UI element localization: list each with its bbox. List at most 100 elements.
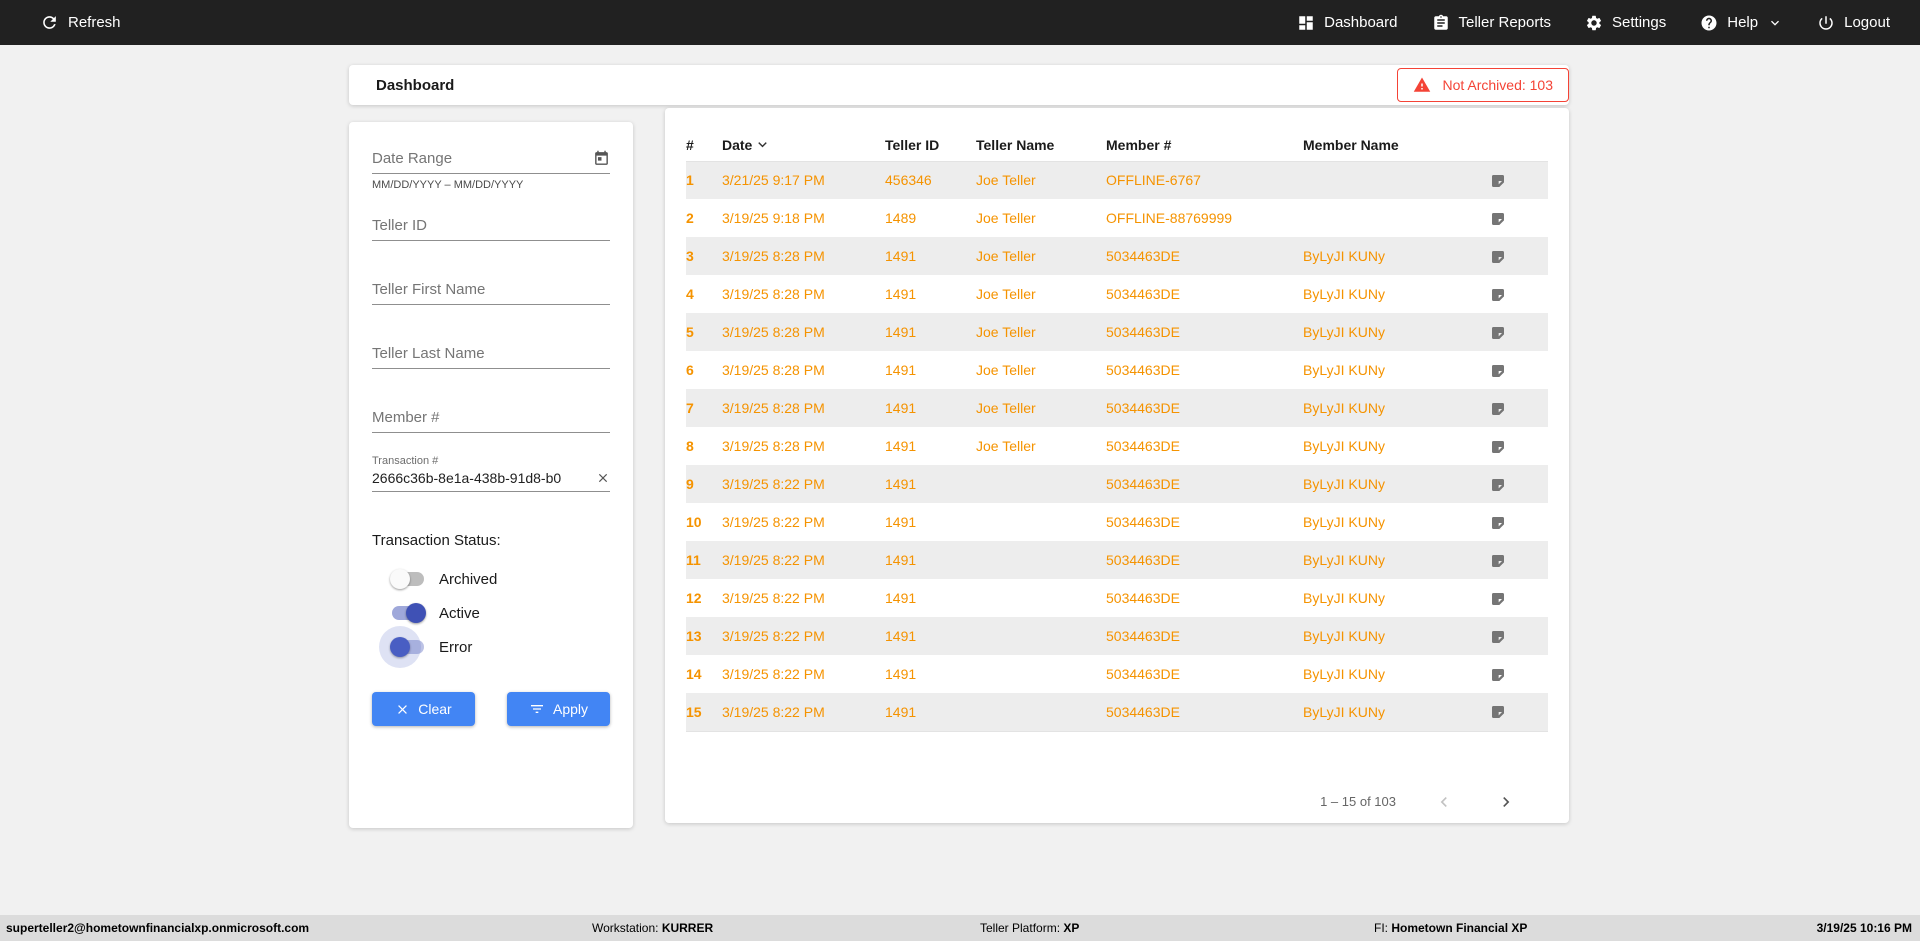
cell-member-name: ByLyJI KUNy bbox=[1303, 514, 1385, 530]
table-row[interactable]: 5 3/19/25 8:28 PM 1491 Joe Teller 503446… bbox=[686, 313, 1548, 351]
note-icon[interactable] bbox=[1488, 553, 1506, 569]
table-row[interactable]: 15 3/19/25 8:22 PM 1491 5034463DE ByLyJI… bbox=[686, 693, 1548, 732]
date-range-input[interactable] bbox=[372, 146, 610, 174]
error-toggle[interactable] bbox=[379, 626, 426, 668]
note-icon[interactable] bbox=[1488, 401, 1506, 417]
table-row[interactable]: 3 3/19/25 8:28 PM 1491 Joe Teller 503446… bbox=[686, 237, 1548, 275]
cell-member-name bbox=[1303, 161, 1488, 199]
column-header-teller-name[interactable]: Teller Name bbox=[976, 129, 1106, 162]
table-row[interactable]: 7 3/19/25 8:28 PM 1491 Joe Teller 503446… bbox=[686, 389, 1548, 427]
transaction-clear-icon[interactable] bbox=[596, 471, 610, 485]
calendar-icon[interactable] bbox=[593, 150, 610, 170]
cell-member-name: ByLyJI KUNy bbox=[1303, 389, 1488, 427]
archived-toggle[interactable] bbox=[390, 569, 426, 589]
cell-member-number: 5034463DE bbox=[1106, 313, 1303, 351]
note-icon[interactable] bbox=[1488, 439, 1506, 455]
note-icon[interactable] bbox=[1488, 249, 1506, 265]
date-range-helper: MM/DD/YYYY – MM/DD/YYYY bbox=[372, 179, 524, 191]
page-title: Dashboard bbox=[376, 76, 455, 94]
cell-row-number: 15 bbox=[686, 693, 722, 732]
cell-member-number: 5034463DE bbox=[1106, 541, 1303, 579]
table-row[interactable]: 13 3/19/25 8:22 PM 1491 5034463DE ByLyJI… bbox=[686, 617, 1548, 655]
nav-settings[interactable]: Settings bbox=[1581, 8, 1670, 38]
table-row[interactable]: 11 3/19/25 8:22 PM 1491 5034463DE ByLyJI… bbox=[686, 541, 1548, 579]
nav-dashboard[interactable]: Dashboard bbox=[1293, 8, 1401, 38]
cell-date: 3/19/25 8:22 PM bbox=[722, 514, 825, 530]
cell-member-number: OFFLINE-88769999 bbox=[1106, 210, 1233, 226]
cell-member-number: OFFLINE-6767 bbox=[1106, 161, 1303, 199]
table-row[interactable]: 12 3/19/25 8:22 PM 1491 5034463DE ByLyJI… bbox=[686, 579, 1548, 617]
previous-page-button[interactable] bbox=[1430, 788, 1458, 816]
note-icon[interactable] bbox=[1488, 211, 1506, 227]
clipboard-icon bbox=[1432, 14, 1450, 32]
note-icon[interactable] bbox=[1488, 667, 1506, 683]
note-icon[interactable] bbox=[1488, 591, 1506, 607]
cell-date: 3/19/25 8:28 PM bbox=[722, 313, 885, 351]
next-page-button[interactable] bbox=[1492, 788, 1520, 816]
toggle-thumb bbox=[379, 626, 421, 668]
toggle-thumb bbox=[406, 603, 426, 623]
nav-help[interactable]: Help bbox=[1696, 8, 1787, 38]
note-icon[interactable] bbox=[1488, 515, 1506, 531]
note-icon[interactable] bbox=[1488, 629, 1506, 645]
pagination: 1 – 15 of 103 bbox=[686, 788, 1548, 816]
note-icon[interactable] bbox=[1488, 325, 1506, 341]
cell-member-name: ByLyJI KUNy bbox=[1303, 313, 1488, 351]
member-number-input[interactable] bbox=[372, 405, 610, 433]
main-area: Dashboard Not Archived: 103 MM/DD/YYYY –… bbox=[0, 45, 1920, 915]
note-icon[interactable] bbox=[1488, 704, 1506, 720]
cell-teller-id: 1491 bbox=[885, 362, 917, 378]
cell-member-name: ByLyJI KUNy bbox=[1303, 465, 1488, 503]
cell-date: 3/19/25 9:18 PM bbox=[722, 210, 825, 226]
note-icon[interactable] bbox=[1488, 477, 1506, 493]
clear-button[interactable]: Clear bbox=[372, 692, 475, 726]
table-row[interactable]: 1 3/21/25 9:17 PM 456346 Joe Teller OFFL… bbox=[686, 161, 1548, 199]
teller-id-input[interactable] bbox=[372, 213, 610, 241]
teller-last-name-input[interactable] bbox=[372, 341, 610, 369]
cell-row-number: 9 bbox=[686, 465, 722, 503]
archived-toggle-label: Archived bbox=[439, 570, 498, 588]
member-number-field bbox=[372, 405, 610, 433]
nav-logout[interactable]: Logout bbox=[1813, 8, 1894, 38]
cell-member-number: 5034463DE bbox=[1106, 389, 1303, 427]
column-header-number[interactable]: # bbox=[686, 129, 722, 162]
cell-teller-name: Joe Teller bbox=[976, 161, 1106, 199]
note-icon[interactable] bbox=[1488, 173, 1506, 189]
active-toggle[interactable] bbox=[390, 603, 426, 623]
column-header-teller-id[interactable]: Teller ID bbox=[885, 129, 976, 162]
column-header-member-name[interactable]: Member Name bbox=[1303, 129, 1488, 162]
transaction-number-value[interactable]: 2666c36b-8e1a-438b-91d8-b0 bbox=[372, 470, 561, 486]
gear-icon bbox=[1585, 14, 1603, 32]
table-row[interactable]: 10 3/19/25 8:22 PM 1491 5034463DE ByLyJI… bbox=[686, 503, 1548, 541]
cell-date: 3/19/25 8:22 PM bbox=[722, 617, 885, 655]
workstation-value: KURRER bbox=[661, 921, 714, 935]
cell-teller-id: 1491 bbox=[885, 666, 917, 682]
column-header-member-number[interactable]: Member # bbox=[1106, 129, 1303, 162]
table-row[interactable]: 2 3/19/25 9:18 PM 1489 Joe Teller OFFLIN… bbox=[686, 199, 1548, 237]
cell-teller-name bbox=[976, 503, 1106, 541]
table-row[interactable]: 14 3/19/25 8:22 PM 1491 5034463DE ByLyJI… bbox=[686, 655, 1548, 693]
note-icon[interactable] bbox=[1488, 363, 1506, 379]
refresh-button[interactable]: Refresh bbox=[36, 7, 125, 38]
table-row[interactable]: 6 3/19/25 8:28 PM 1491 Joe Teller 503446… bbox=[686, 351, 1548, 389]
close-icon bbox=[395, 702, 410, 717]
teller-first-name-input[interactable] bbox=[372, 277, 610, 305]
nav-teller-reports[interactable]: Teller Reports bbox=[1428, 8, 1556, 38]
column-header-date[interactable]: Date bbox=[722, 129, 885, 162]
table-row[interactable]: 8 3/19/25 8:28 PM 1491 Joe Teller 503446… bbox=[686, 427, 1548, 465]
apply-button-label: Apply bbox=[552, 701, 589, 717]
top-nav-bar: Refresh Dashboard Teller Reports Setting… bbox=[0, 0, 1920, 45]
cell-row-number: 2 bbox=[686, 210, 694, 226]
table-row[interactable]: 9 3/19/25 8:22 PM 1491 5034463DE ByLyJI … bbox=[686, 465, 1548, 503]
cell-row-number: 13 bbox=[686, 617, 722, 655]
note-icon[interactable] bbox=[1488, 287, 1506, 303]
active-toggle-label: Active bbox=[439, 604, 480, 622]
not-archived-badge[interactable]: Not Archived: 103 bbox=[1397, 68, 1569, 102]
cell-teller-name bbox=[976, 693, 1106, 732]
status-bar: superteller2@hometownfinancialxp.onmicro… bbox=[0, 915, 1920, 941]
cell-row-number: 8 bbox=[686, 438, 694, 454]
cell-member-name: ByLyJI KUNy bbox=[1303, 541, 1488, 579]
teller-first-name-field bbox=[372, 277, 610, 305]
apply-button[interactable]: Apply bbox=[507, 692, 610, 726]
table-row[interactable]: 4 3/19/25 8:28 PM 1491 Joe Teller 503446… bbox=[686, 275, 1548, 313]
